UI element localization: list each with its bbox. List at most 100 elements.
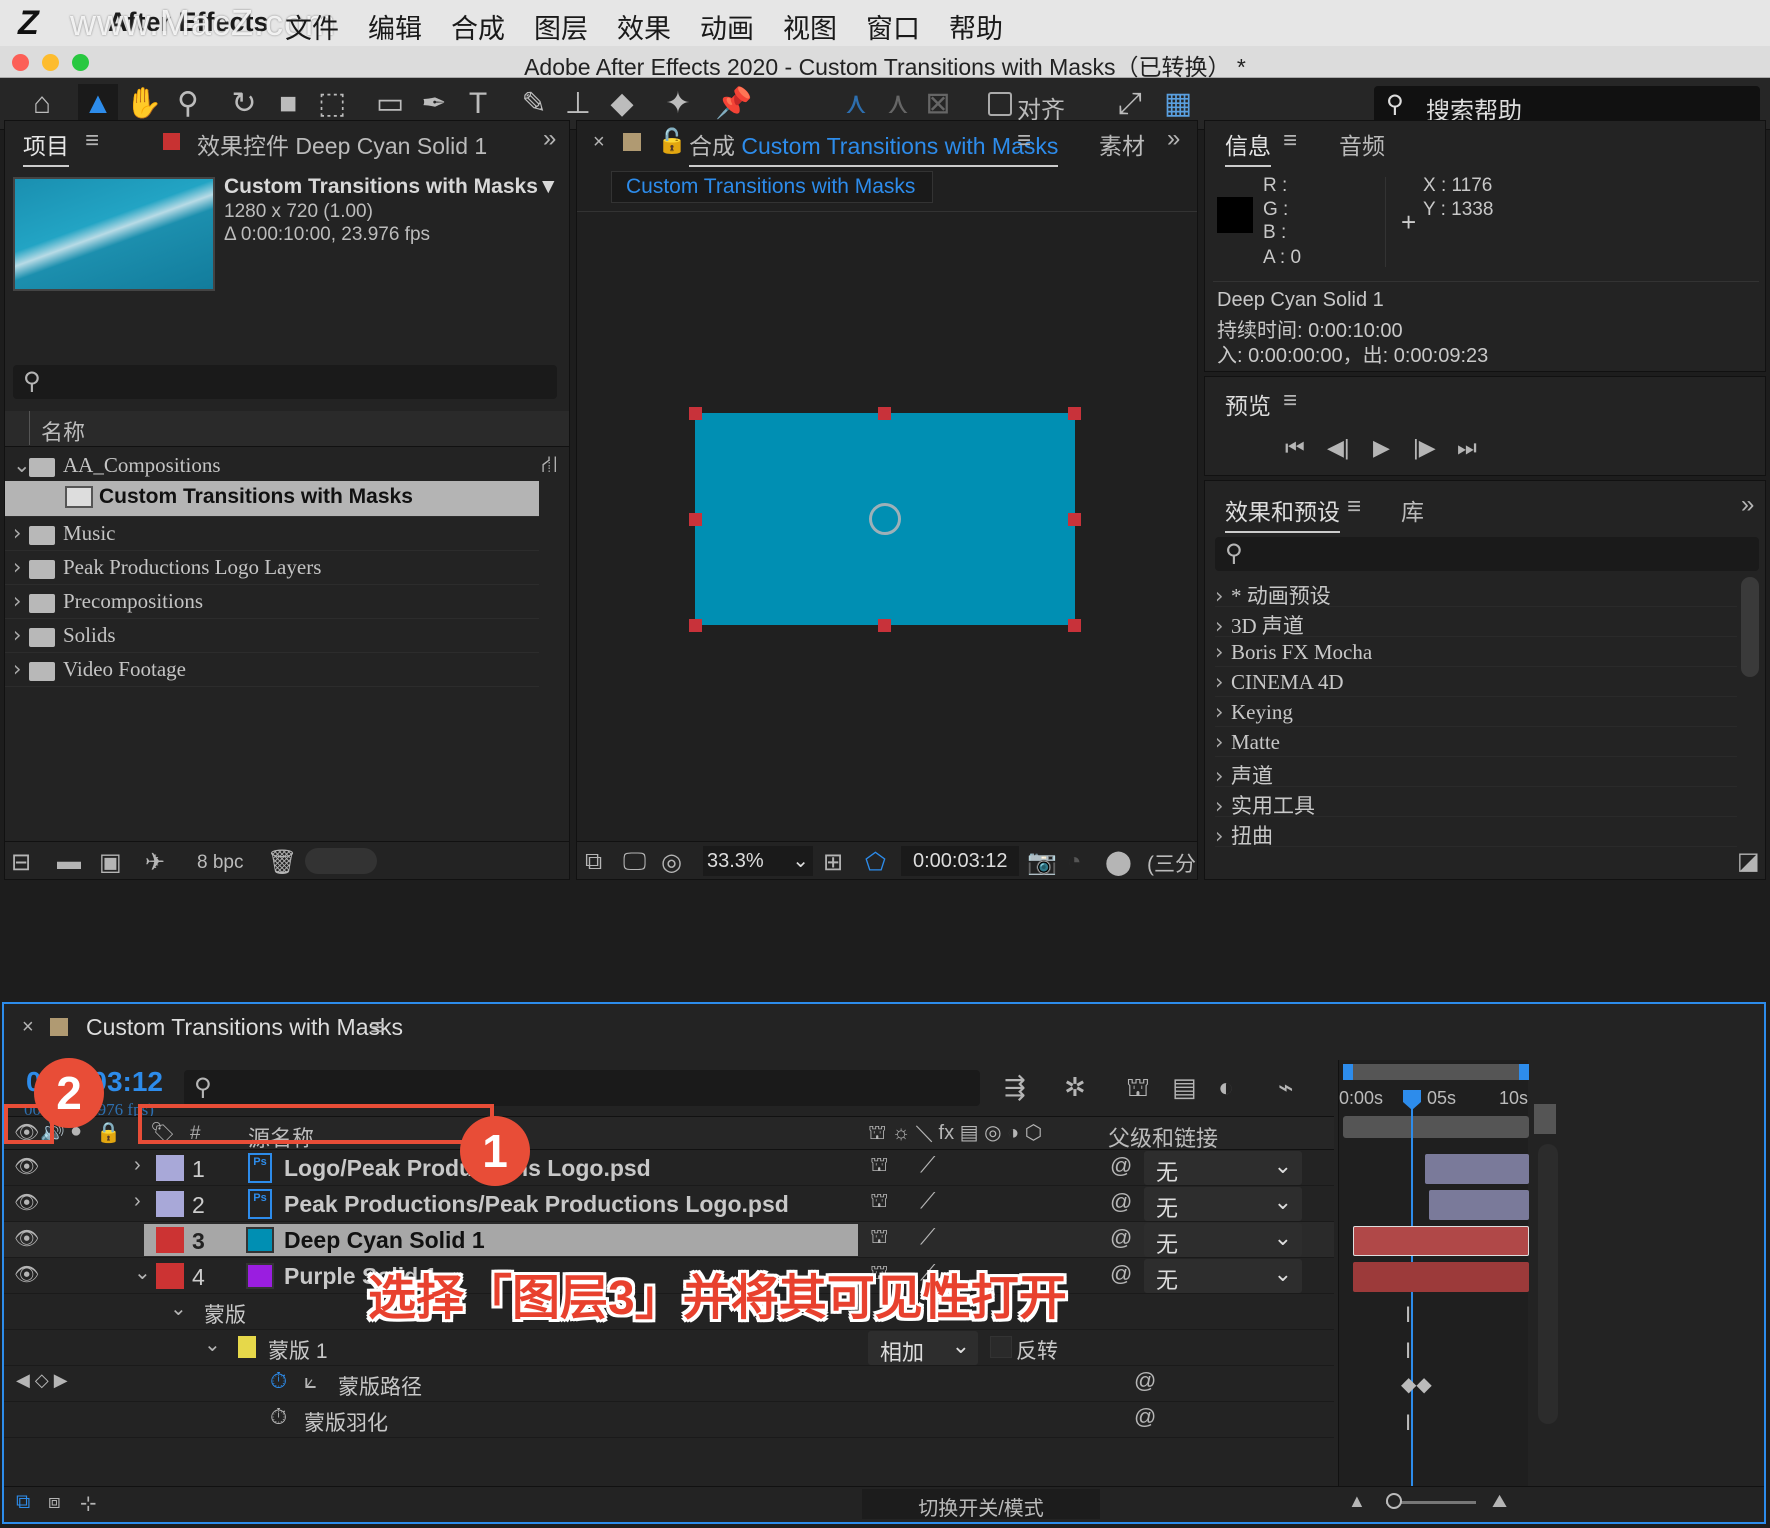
safe-zones-icon[interactable]: ⊞ xyxy=(823,848,843,877)
eye-icon[interactable]: 👁 xyxy=(14,1154,39,1179)
menu-animation[interactable]: 动画 xyxy=(700,7,754,46)
shy-switch-icon[interactable]: ⛫ xyxy=(870,1154,888,1179)
shy-switch-icon[interactable]: ⛫ xyxy=(870,1190,888,1215)
panel-menu-icon[interactable]: ≡ xyxy=(85,127,99,155)
effect-category[interactable]: › 3D 声道 xyxy=(1215,607,1737,638)
menu-composition[interactable]: 合成 xyxy=(451,7,505,46)
project-item-aa-compositions[interactable]: ⌄ AA_Compositions xyxy=(5,447,539,483)
mask-path-toggle-icon[interactable]: ⬠ xyxy=(865,848,886,877)
keyframe-diamond-icon[interactable]: ◆◆ xyxy=(1401,1372,1432,1397)
effect-category[interactable]: › Boris FX Mocha xyxy=(1215,637,1737,667)
mask-visibility-icon[interactable]: ◎ xyxy=(661,848,682,877)
chevron-down-icon[interactable]: ⌄ xyxy=(204,1332,221,1357)
playhead-icon[interactable] xyxy=(1403,1090,1421,1110)
chevron-right-icon[interactable]: › xyxy=(13,589,29,613)
panel-overflow-icon[interactable]: » xyxy=(1741,491,1754,519)
eye-icon[interactable]: 👁 xyxy=(14,1190,39,1215)
eraser-tool-icon[interactable]: ◆ xyxy=(602,84,642,124)
work-area-end[interactable] xyxy=(1519,1064,1529,1080)
menu-file[interactable]: 文件 xyxy=(285,7,339,46)
panel-menu-icon[interactable]: ≡ xyxy=(370,1014,384,1042)
tab-library[interactable]: 库 xyxy=(1401,493,1424,527)
effect-category[interactable]: › 声道 xyxy=(1215,757,1737,788)
transform-handle[interactable] xyxy=(689,513,702,526)
layer-row-3[interactable]: 👁 3 Deep Cyan Solid 1 ⛫ ⟋ @ 无 ⌄ xyxy=(4,1222,1334,1258)
effect-category[interactable]: › CINEMA 4D xyxy=(1215,667,1737,697)
show-snapshot-icon[interactable]: ◔ xyxy=(1067,848,1082,876)
graph-editor-icon[interactable]: ⌁ xyxy=(1278,1072,1294,1103)
expand-icon[interactable]: ⤢ xyxy=(1110,84,1150,124)
draft-3d-icon[interactable]: ✲ xyxy=(1064,1072,1086,1103)
layer-name[interactable]: Deep Cyan Solid 1 xyxy=(284,1227,485,1254)
invert-checkbox[interactable] xyxy=(990,1336,1012,1358)
quality-switch-icon[interactable]: ⟋ xyxy=(920,1152,935,1178)
new-composition-icon[interactable]: ▣ xyxy=(99,848,122,877)
menu-window[interactable]: 窗口 xyxy=(866,7,920,46)
layer-label-color[interactable] xyxy=(156,1227,184,1253)
mask-feather-row[interactable]: ⏱ 蒙版羽化 @ xyxy=(4,1402,1334,1438)
mask-color-swatch[interactable] xyxy=(238,1336,256,1358)
timeline-graph-area[interactable]: 0:00s 05s 10s I I ◆◆ I xyxy=(1338,1060,1529,1522)
local-axis-icon[interactable]: ⋏ xyxy=(836,84,876,124)
close-icon[interactable]: × xyxy=(593,131,605,154)
mask-1-row[interactable]: ⌄ 蒙版 1 相加 ⌄ 反转 xyxy=(4,1330,1334,1366)
layer-row-2[interactable]: 👁 › 2 Ps Peak Productions/Peak Productio… xyxy=(4,1186,1334,1222)
first-frame-icon[interactable]: ⏮ xyxy=(1285,435,1305,461)
chevron-right-icon[interactable]: › xyxy=(13,623,29,647)
parent-dropdown[interactable]: 无 ⌄ xyxy=(1144,1259,1302,1293)
transform-handle[interactable] xyxy=(1068,513,1081,526)
panel-menu-icon[interactable]: ≡ xyxy=(1017,127,1031,155)
trash-icon[interactable]: 🗑 xyxy=(267,848,297,877)
pickwhip-icon[interactable]: @ xyxy=(1110,1189,1132,1215)
previous-frame-icon[interactable]: ◀| xyxy=(1327,435,1350,461)
pickwhip-icon[interactable]: @ xyxy=(1134,1368,1156,1394)
chevron-right-icon[interactable]: › xyxy=(134,1190,141,1213)
panel-overflow-icon[interactable]: » xyxy=(1167,125,1180,153)
roto-brush-tool-icon[interactable]: ✦ xyxy=(658,84,698,124)
shy-switch-icon[interactable]: ⛫ xyxy=(870,1226,888,1251)
mask-mode-dropdown[interactable]: 相加 ⌄ xyxy=(868,1331,978,1365)
keyframe-marker[interactable]: I xyxy=(1405,1302,1411,1328)
layer-label-color[interactable] xyxy=(156,1263,184,1289)
keyframe-marker[interactable]: I xyxy=(1405,1338,1411,1364)
layer-row-1[interactable]: 👁 › 1 Ps Logo/Peak Productions Logo.psd … xyxy=(4,1150,1334,1186)
chevron-down-icon[interactable]: ⌄ xyxy=(13,453,31,477)
layer-bar-4[interactable] xyxy=(1353,1262,1529,1292)
last-frame-icon[interactable]: ⏭ xyxy=(1457,435,1477,461)
quality-switch-icon[interactable]: ⟋ xyxy=(920,1224,935,1250)
comp-subtab[interactable]: Custom Transitions with Masks xyxy=(611,171,933,203)
selection-tool-icon[interactable]: ▲ xyxy=(78,84,118,124)
snapshot-icon[interactable]: 📷 xyxy=(1027,848,1057,877)
column-name[interactable]: 名称 xyxy=(41,415,85,447)
mask-path-row[interactable]: ◀ ◇ ▶ ⏱ ⟀ 蒙版路径 @ xyxy=(4,1366,1334,1402)
timeline-tab[interactable]: Custom Transitions with Masks xyxy=(86,1014,403,1041)
chevron-right-icon[interactable]: › xyxy=(13,521,29,545)
project-item-video-footage[interactable]: › Video Footage xyxy=(5,651,539,687)
shy-icon[interactable]: ⛫ xyxy=(1126,1072,1150,1107)
graph-icon[interactable]: ⟀ xyxy=(304,1368,317,1394)
effect-category[interactable]: › * 动画预设 xyxy=(1215,577,1737,608)
transform-handle[interactable] xyxy=(878,619,891,632)
menu-edit[interactable]: 编辑 xyxy=(368,7,422,46)
workspace-icon[interactable]: ▦ xyxy=(1158,84,1198,124)
quality-switch-icon[interactable]: ⟋ xyxy=(920,1188,935,1214)
effect-category[interactable]: › Matte xyxy=(1215,727,1737,757)
transform-handle[interactable] xyxy=(689,619,702,632)
zoom-tool-icon[interactable]: ⚲ xyxy=(168,84,208,124)
channel-rgb-icon[interactable]: ⬤ xyxy=(1105,848,1132,877)
effect-category[interactable]: › 实用工具 xyxy=(1215,787,1737,818)
dependencies-icon[interactable]: ✈ xyxy=(145,848,165,877)
time-navigator[interactable] xyxy=(1343,1116,1529,1138)
menu-layer[interactable]: 图层 xyxy=(534,7,588,46)
pen-tool-icon[interactable]: ✒ xyxy=(414,84,454,124)
project-item-peak-logo-layers[interactable]: › Peak Productions Logo Layers xyxy=(5,549,539,585)
mask-name[interactable]: 蒙版 1 xyxy=(268,1335,328,1365)
panel-menu-icon[interactable]: ≡ xyxy=(1283,387,1297,415)
keyframe-nav-icon[interactable]: ◀ ◇ ▶ xyxy=(16,1370,68,1391)
pickwhip-icon[interactable]: @ xyxy=(1134,1404,1156,1430)
new-folder-icon[interactable]: ▬ xyxy=(57,848,81,876)
chevron-right-icon[interactable]: › xyxy=(13,657,29,681)
project-search-input[interactable]: ⚲ xyxy=(13,365,557,399)
column-parent-link[interactable]: 父级和链接 xyxy=(1108,1121,1218,1153)
panel-overflow-icon[interactable]: » xyxy=(543,125,556,153)
